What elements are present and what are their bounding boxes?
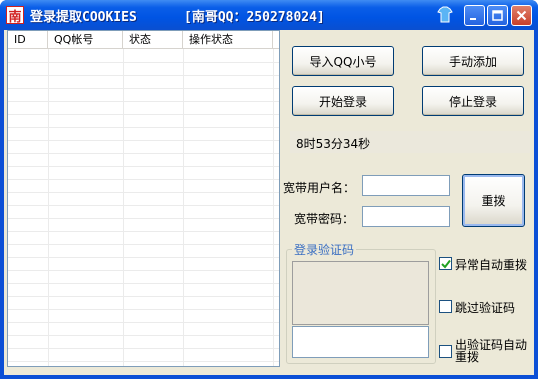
start-login-button[interactable]: 开始登录 [292, 86, 394, 116]
auto-redial-on-error-label: 异常自动重拨 [455, 258, 528, 272]
list-header: ID QQ帐号 状态 操作状态 [8, 31, 279, 49]
redial-on-captcha-label: 出验证码自动 重拨 [455, 339, 527, 363]
maximize-button[interactable] [487, 5, 508, 26]
skip-captcha-checkbox[interactable] [439, 300, 452, 313]
column-header-op-status[interactable]: 操作状态 [183, 31, 273, 49]
elapsed-time: 8时53分34秒 [296, 137, 371, 151]
manual-add-button[interactable]: 手动添加 [422, 46, 524, 76]
minimize-icon [470, 18, 476, 20]
title-bar[interactable]: 南 登录提取COOKIES [南哥QQ：250278024] [0, 0, 538, 30]
column-header-status[interactable]: 状态 [123, 31, 183, 49]
captcha-group-title: 登录验证码 [292, 241, 357, 258]
skip-captcha-label: 跳过验证码 [455, 301, 516, 315]
list-grid-column-line [48, 49, 49, 366]
window-title: 登录提取COOKIES [30, 10, 137, 25]
redial-on-captcha-checkbox[interactable] [439, 345, 452, 358]
stop-login-button[interactable]: 停止登录 [422, 86, 524, 116]
close-icon [516, 10, 527, 21]
broadband-user-label: 宽带用户名： [283, 181, 356, 195]
close-button[interactable] [511, 5, 532, 26]
app-window: 南 登录提取COOKIES [南哥QQ：250278024] ID QQ帐号 状… [0, 0, 538, 379]
redial-button[interactable]: 重拨 [462, 174, 525, 227]
window-subtitle: [南哥QQ：250278024] [184, 10, 325, 25]
maximize-icon [492, 10, 503, 21]
account-list[interactable]: ID QQ帐号 状态 操作状态 [7, 30, 280, 367]
column-header-qq[interactable]: QQ帐号 [48, 31, 123, 49]
auto-redial-on-error-checkbox[interactable] [439, 257, 452, 270]
client-area: ID QQ帐号 状态 操作状态 导入QQ小号 手动添加 开始登录 停止登录 8时… [4, 30, 534, 375]
app-icon: 南 [6, 6, 24, 25]
broadband-password-label: 宽带密码： [294, 212, 355, 226]
list-grid-column-line [183, 49, 184, 366]
list-grid-column-line [273, 49, 274, 366]
minimize-button[interactable] [464, 5, 485, 26]
broadband-password-input[interactable] [362, 206, 450, 227]
checkmark-icon [440, 259, 451, 269]
captcha-image[interactable] [292, 261, 429, 325]
column-header-id[interactable]: ID [8, 31, 48, 49]
captcha-input[interactable] [292, 326, 429, 358]
skin-icon[interactable] [437, 6, 453, 23]
redial-on-captcha-label-line2: 重拨 [455, 350, 480, 364]
list-grid-column-line [123, 49, 124, 366]
import-qq-button[interactable]: 导入QQ小号 [292, 46, 394, 76]
broadband-user-input[interactable] [362, 175, 450, 196]
timer-panel: 8时53分34秒 [290, 131, 530, 153]
